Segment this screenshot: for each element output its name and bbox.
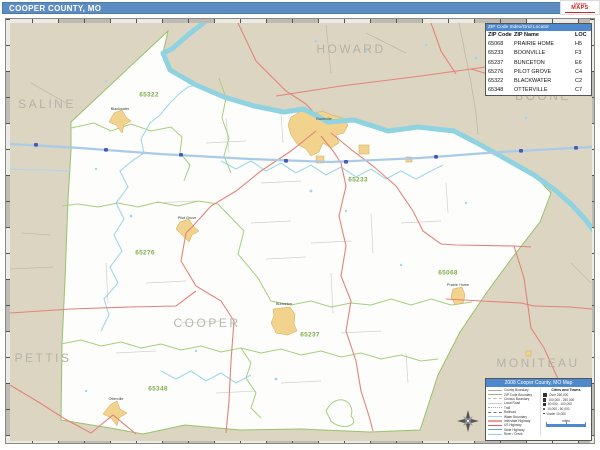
trail-swatch (488, 407, 502, 408)
town-label-boonville: Boonville (316, 117, 331, 121)
zip-index-row: 65233 BOONVILLE F3 (486, 49, 591, 58)
zip-loc: H5 (575, 40, 591, 49)
col-zip-code: ZIP Code (486, 31, 514, 40)
zip-code: 65237 (486, 59, 514, 68)
legend-cities-column: Cities and Towns Over 250,000 100,000 - … (540, 388, 589, 436)
zip-loc: C2 (575, 77, 591, 86)
census-boundary-swatch (488, 398, 502, 399)
city-size-item: Under 10,000 (543, 411, 589, 416)
zip-loc: C7 (575, 86, 591, 95)
zip-code: 65276 (486, 68, 514, 77)
title-bar: COOPER COUNTY, MO (2, 2, 598, 14)
map-legend: 2008 Cooper County, MO Map County Bounda… (485, 378, 592, 441)
town-label-pilot-grove: Pilot Grove (178, 216, 197, 220)
zip-label-65276: 65276 (135, 250, 155, 257)
legend-header: 2008 Cooper County, MO Map (486, 379, 591, 387)
scale-bar-line (546, 424, 586, 427)
zip-label-65068: 65068 (438, 270, 458, 277)
zip-label-65237: 65237 (300, 332, 320, 339)
zip-index-row: 65348 OTTERVILLE C7 (486, 86, 591, 95)
us-highway-swatch (488, 425, 502, 426)
zip-label-65233: 65233 (348, 177, 368, 184)
page-title: COOPER COUNTY, MO (3, 4, 101, 13)
city-marker (543, 408, 545, 410)
legend-item: River / Creek (488, 432, 540, 436)
zip-index-row: 65322 BLACKWATER C2 (486, 77, 591, 86)
logo-text-bottom: MAPS (571, 6, 589, 12)
zip-code: 65348 (486, 86, 514, 95)
zip-code: 65322 (486, 77, 514, 86)
town-east-patch (359, 145, 369, 154)
map-page: COOPER COUNTY, MO Market MAPS (0, 0, 600, 450)
logo-swoosh (565, 12, 595, 13)
col-zip-name: ZIP Name (514, 31, 575, 40)
zip-label-65348: 65348 (148, 386, 168, 393)
scale-bar: miles (543, 419, 589, 427)
zip-name: PILOT GROVE (514, 68, 575, 77)
city-marker (543, 398, 546, 401)
zip-name: BUNCETON (514, 59, 575, 68)
interstate-swatch (488, 420, 502, 422)
zip-index-table: ZIP Code Index/Grid Locator ZIP Code ZIP… (485, 23, 592, 96)
marketmaps-logo: Market MAPS (560, 0, 600, 15)
county-label-cooper: COOPER (173, 316, 240, 330)
zip-name: PRAIRIE HOME (514, 40, 575, 49)
zip-name: BOONVILLE (514, 49, 575, 58)
state-highway-swatch (488, 429, 502, 430)
zip-loc: E6 (575, 59, 591, 68)
compass-rose (457, 410, 479, 432)
river-swatch (488, 434, 502, 435)
county-boundary-swatch (488, 390, 502, 391)
zip-index-columns: ZIP Code ZIP Name LOC (486, 31, 591, 40)
zip-label-65322: 65322 (139, 92, 159, 99)
map-canvas[interactable]: HOWARD SALINE BOONE PETTIS MONITEAU COOP… (10, 23, 592, 441)
map-frame: HOWARD SALINE BOONE PETTIS MONITEAU COOP… (5, 18, 595, 444)
zip-loc: C4 (575, 68, 591, 77)
town-bunceton (271, 307, 297, 335)
zip-loc: F3 (575, 49, 591, 58)
county-label-howard: HOWARD (316, 42, 385, 56)
water-boundary-swatch (488, 416, 502, 417)
zip-index-row: 65068 PRAIRIE HOME H5 (486, 40, 591, 49)
railroad-swatch (488, 412, 502, 413)
zip-code: 65233 (486, 49, 514, 58)
county-label-moniteau: MONITEAU (496, 356, 579, 370)
zip-index-row: 65276 PILOT GROVE C4 (486, 68, 591, 77)
zip-index-row: 65237 BUNCETON E6 (486, 59, 591, 68)
town-label-prairie-home: Prairie Home (447, 283, 469, 287)
town-label-otterville: Otterville (109, 397, 124, 401)
town-label-blackwater: Blackwater (111, 107, 130, 111)
zip-name: OTTERVILLE (514, 86, 575, 95)
city-marker (543, 393, 547, 397)
col-loc: LOC (575, 31, 591, 40)
legend-symbols-column: County Boundary ZIP Code Boundary Census… (488, 388, 540, 436)
zip-code: 65068 (486, 40, 514, 49)
county-label-pettis: PETTIS (14, 351, 71, 365)
county-label-saline: SALINE (18, 97, 76, 111)
zip-index-header: ZIP Code Index/Grid Locator (486, 24, 591, 31)
local-road-swatch (488, 403, 502, 404)
city-marker (543, 413, 545, 415)
zip-name: BLACKWATER (514, 77, 575, 86)
town-label-bunceton: Bunceton (276, 302, 292, 306)
zip-boundary-swatch (488, 394, 502, 395)
city-marker (543, 403, 546, 406)
